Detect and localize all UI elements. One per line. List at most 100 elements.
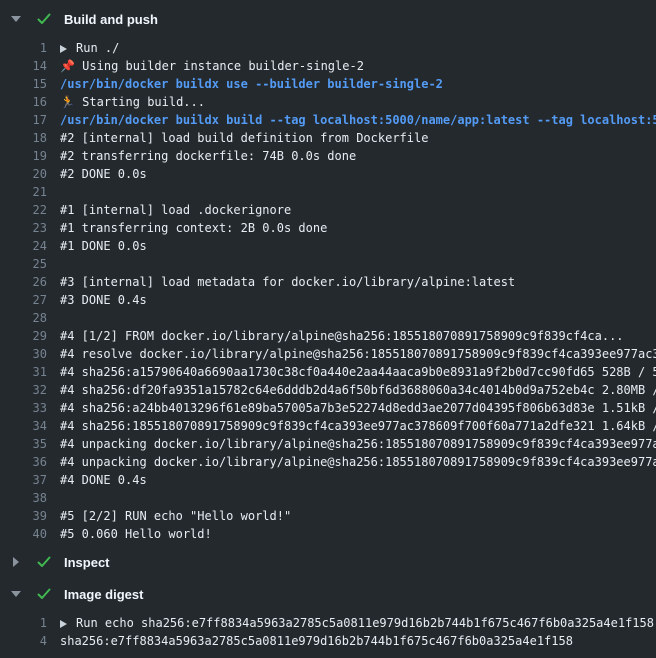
log-line[interactable]: 26 #3 [internal] load metadata for docker… [0,273,656,291]
log-text: #4 sha256:a15790640a6690aa1730c38cf0a440… [60,363,656,381]
log-line[interactable]: 20#2 DONE 0.0s [0,165,656,183]
section-title: Inspect [64,555,110,570]
log-line[interactable]: 16 🏃 Starting build... [0,93,656,111]
log-text: #3 [internal] load metadata for docker.i… [60,273,656,291]
log-text: #1 DONE 0.0s [60,237,656,255]
line-number[interactable]: 20 [0,165,47,183]
log-line[interactable]: 21 [0,183,656,201]
log-text: Run ./ [60,39,656,57]
check-icon [36,586,52,602]
log-text: #4 unpacking docker.io/library/alpine@sh… [60,435,656,453]
log-text [60,183,656,201]
log-text: #4 sha256:185518070891758909c9f839cf4ca3… [60,417,656,435]
log-text: Run echo sha256:e7ff8834a5963a2785c5a081… [60,614,656,632]
section-header-inspect[interactable]: Inspect [0,549,656,575]
line-number[interactable]: 19 [0,147,47,165]
line-number[interactable]: 34 [0,417,47,435]
log-text: #4 unpacking docker.io/library/alpine@sh… [60,453,656,471]
line-number[interactable]: 4 [0,632,47,650]
log-line[interactable]: 18#2 [internal] load build definition fr… [0,129,656,147]
log-block-build-and-push: 1 Run ./ 14 📌 Using builder instance builde… [0,39,656,543]
expand-arrow-icon[interactable] [60,620,67,628]
chevron-down-icon [11,591,21,597]
log-text-command: /usr/bin/docker buildx build --tag local… [60,111,656,129]
log-text: #4 [1/2] FROM docker.io/library/alpine@s… [60,327,656,345]
log-line[interactable]: 14 📌 Using builder instance builder-singl… [0,57,656,75]
log-line[interactable]: 33 #4 sha256:a24bb4013296f61e89ba57005a7b… [0,399,656,417]
line-number[interactable]: 16 [0,93,47,111]
log-line[interactable]: 36 #4 unpacking docker.io/library/alpine@… [0,453,656,471]
log-line[interactable]: 19#2 transferring dockerfile: 74B 0.0s d… [0,147,656,165]
log-text [60,255,656,273]
line-number[interactable]: 38 [0,489,47,507]
log-line[interactable]: 40 #5 0.060 Hello world! [0,525,656,543]
line-number[interactable]: 24 [0,237,47,255]
log-line[interactable]: 39 #5 [2/2] RUN echo "Hello world!" [0,507,656,525]
section-header-image-digest[interactable]: Image digest [0,581,656,607]
log-text: 📌 Using builder instance builder-single-… [60,57,656,75]
section-build-and-push: Build and push 1 Run ./ 14 📌 Using builder i… [0,6,656,543]
line-number[interactable]: 14 [0,57,47,75]
line-number[interactable]: 1 [0,39,47,57]
log-text [60,489,656,507]
line-number[interactable]: 40 [0,525,47,543]
log-text: #4 resolve docker.io/library/alpine@sha2… [60,345,656,363]
log-line[interactable]: 24 #1 DONE 0.0s [0,237,656,255]
line-number[interactable]: 30 [0,345,47,363]
chevron-right-icon [11,557,21,567]
line-number[interactable]: 18 [0,129,47,147]
log-line[interactable]: 17/usr/bin/docker buildx build --tag loc… [0,111,656,129]
line-number[interactable]: 36 [0,453,47,471]
expand-arrow-icon[interactable] [60,45,67,53]
log-text: #5 0.060 Hello world! [60,525,656,543]
log-line[interactable]: 28 [0,309,656,327]
line-number[interactable]: 35 [0,435,47,453]
log-text: #3 DONE 0.4s [60,291,656,309]
log-line[interactable]: 35 #4 unpacking docker.io/library/alpine@… [0,435,656,453]
log-line[interactable]: 25 [0,255,656,273]
log-text: #5 [2/2] RUN echo "Hello world!" [60,507,656,525]
line-number[interactable]: 39 [0,507,47,525]
log-line[interactable]: 1 Run echo sha256:e7ff8834a5963a2785c5a08… [0,614,656,632]
line-number[interactable]: 15 [0,75,47,93]
log-line[interactable]: 29 #4 [1/2] FROM docker.io/library/alpine… [0,327,656,345]
line-number[interactable]: 37 [0,471,47,489]
log-line[interactable]: 23 #1 transferring context: 2B 0.0s done [0,219,656,237]
log-line[interactable]: 37 #4 DONE 0.4s [0,471,656,489]
line-number[interactable]: 21 [0,183,47,201]
log-line[interactable]: 31 #4 sha256:a15790640a6690aa1730c38cf0a4… [0,363,656,381]
chevron-down-icon [11,16,21,22]
log-block-image-digest: 1 Run echo sha256:e7ff8834a5963a2785c5a08… [0,614,656,650]
log-line[interactable]: 22 #1 [internal] load .dockerignore [0,201,656,219]
log-line[interactable]: 30 #4 resolve docker.io/library/alpine@sh… [0,345,656,363]
log-text: #1 transferring context: 2B 0.0s done [60,219,656,237]
log-text: #4 DONE 0.4s [60,471,656,489]
section-title: Build and push [64,12,158,27]
line-number[interactable]: 1 [0,614,47,632]
section-image-digest: Image digest 1 Run echo sha256:e7ff8834a59… [0,581,656,650]
log-text: 🏃 Starting build... [60,93,656,111]
line-number[interactable]: 25 [0,255,47,273]
line-number[interactable]: 22 [0,201,47,219]
line-number[interactable]: 26 [0,273,47,291]
line-number[interactable]: 29 [0,327,47,345]
line-number[interactable]: 23 [0,219,47,237]
log-line[interactable]: 27 #3 DONE 0.4s [0,291,656,309]
line-number[interactable]: 33 [0,399,47,417]
line-number[interactable]: 28 [0,309,47,327]
line-number[interactable]: 31 [0,363,47,381]
log-line[interactable]: 1 Run ./ [0,39,656,57]
line-number[interactable]: 27 [0,291,47,309]
section-header-build-and-push[interactable]: Build and push [0,6,656,32]
line-number[interactable]: 17 [0,111,47,129]
log-text: #1 [internal] load .dockerignore [60,201,656,219]
log-line[interactable]: 38 [0,489,656,507]
section-title: Image digest [64,587,143,602]
log-text: #4 sha256:a24bb4013296f61e89ba57005a7b3e… [60,399,656,417]
log-line[interactable]: 34 #4 sha256:185518070891758909c9f839cf4c… [0,417,656,435]
log-text [60,309,656,327]
log-line[interactable]: 4sha256:e7ff8834a5963a2785c5a0811e979d16… [0,632,656,650]
log-line[interactable]: 15/usr/bin/docker buildx use --builder b… [0,75,656,93]
line-number[interactable]: 32 [0,381,47,399]
log-line[interactable]: 32#4 sha256:df20fa9351a15782c64e6dddb2d4… [0,381,656,399]
